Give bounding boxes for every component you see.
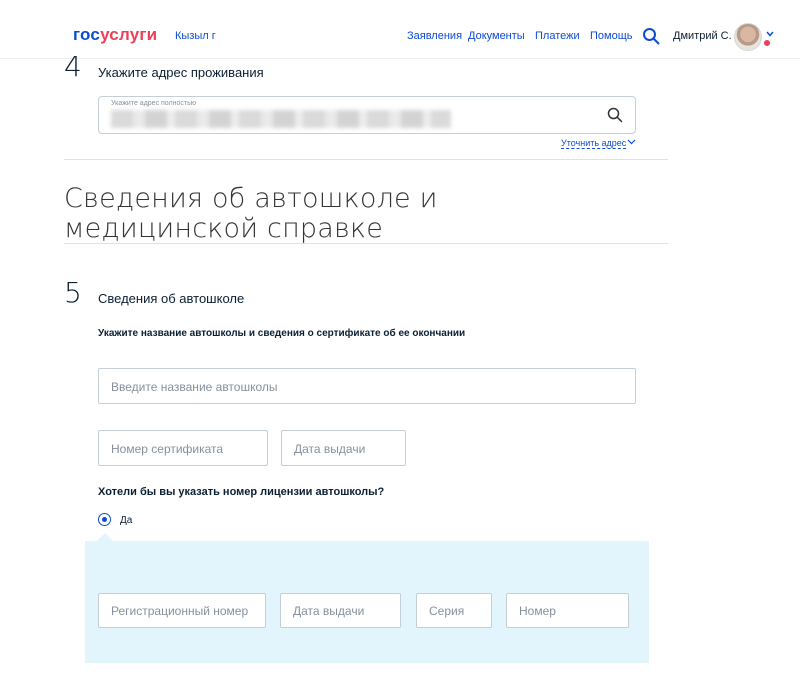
panel-notch bbox=[97, 533, 113, 541]
section-title: Сведения об автошколе и медицинской спра… bbox=[64, 183, 438, 244]
license-number-input[interactable]: Номер bbox=[506, 593, 629, 628]
nav-documents[interactable]: Документы bbox=[468, 30, 525, 42]
address-label: Укажите адрес полностью bbox=[111, 100, 196, 107]
refine-address-link[interactable]: Уточнить адрес bbox=[561, 138, 627, 149]
license-issue-date-placeholder: Дата выдачи bbox=[293, 604, 365, 618]
license-series-input[interactable]: Серия bbox=[416, 593, 492, 628]
driving-school-instruction: Укажите название автошколы и сведения о … bbox=[98, 328, 466, 339]
registration-number-input[interactable]: Регистрационный номер bbox=[98, 593, 266, 628]
avatar[interactable] bbox=[734, 23, 762, 51]
step-title-driving-school: Сведения об автошколе bbox=[98, 291, 245, 306]
radio-yes[interactable] bbox=[98, 513, 111, 526]
user-name[interactable]: Дмитрий С. bbox=[673, 30, 732, 42]
license-question: Хотели бы вы указать номер лицензии авто… bbox=[98, 486, 385, 498]
school-name-placeholder: Введите название автошколы bbox=[111, 380, 278, 394]
step-title-address: Укажите адрес проживания bbox=[98, 65, 264, 80]
search-icon[interactable] bbox=[642, 27, 660, 45]
address-input[interactable]: Укажите адрес полностью bbox=[98, 96, 636, 134]
license-series-placeholder: Серия bbox=[429, 604, 465, 618]
logo-part-gos: гос bbox=[73, 25, 101, 44]
nav-payments[interactable]: Платежи bbox=[535, 30, 580, 42]
address-value-redacted bbox=[111, 110, 451, 128]
step-number-4: 4 bbox=[64, 50, 82, 83]
chevron-down-icon[interactable] bbox=[627, 139, 636, 145]
gosuslugi-logo[interactable]: госуслуги bbox=[73, 25, 157, 45]
certificate-number-input[interactable]: Номер сертификата bbox=[98, 430, 268, 466]
location-link[interactable]: Кызыл г bbox=[175, 30, 216, 42]
license-number-placeholder: Номер bbox=[519, 604, 556, 618]
certificate-issue-date-input[interactable]: Дата выдачи bbox=[281, 430, 406, 466]
license-panel: Регистрационный номер Дата выдачи Серия … bbox=[85, 541, 649, 663]
address-search-icon[interactable] bbox=[607, 107, 623, 123]
nav-applications[interactable]: Заявления bbox=[407, 30, 462, 42]
certificate-number-placeholder: Номер сертификата bbox=[111, 442, 224, 456]
step-number-5: 5 bbox=[64, 276, 82, 309]
notification-dot-icon bbox=[764, 40, 770, 46]
top-header: госуслуги Кызыл г Заявления Документы Пл… bbox=[0, 0, 800, 59]
chevron-down-icon[interactable] bbox=[766, 31, 774, 37]
nav-help[interactable]: Помощь bbox=[590, 30, 633, 42]
license-issue-date-input[interactable]: Дата выдачи bbox=[280, 593, 401, 628]
school-name-input[interactable]: Введите название автошколы bbox=[98, 368, 636, 404]
registration-number-placeholder: Регистрационный номер bbox=[111, 604, 249, 618]
certificate-issue-date-placeholder: Дата выдачи bbox=[294, 442, 366, 456]
logo-part-uslugi: услуги bbox=[100, 25, 158, 44]
section-divider bbox=[64, 159, 668, 160]
radio-yes-label[interactable]: Да bbox=[120, 515, 132, 526]
section-title-divider bbox=[64, 243, 668, 244]
